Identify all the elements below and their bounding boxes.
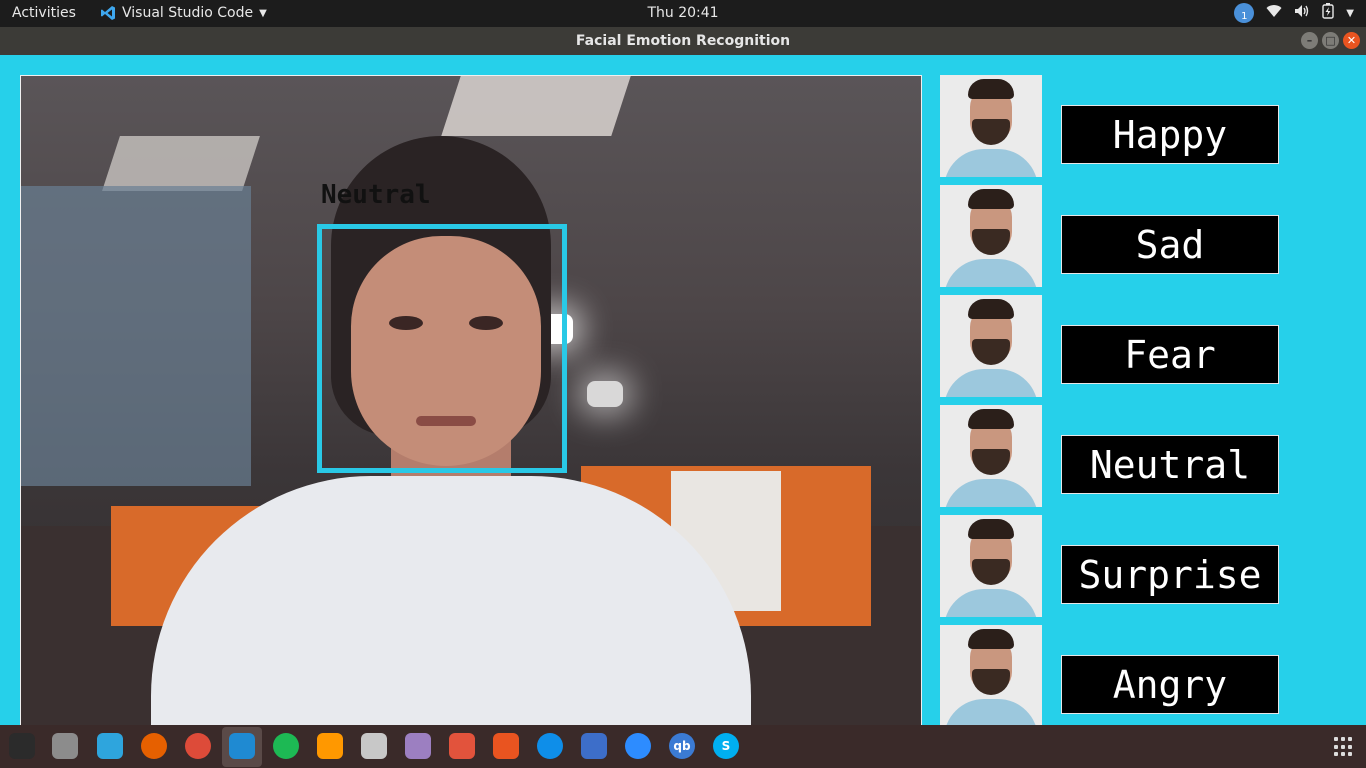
file-manager-icon[interactable] [52,733,78,759]
teamviewer-icon[interactable] [537,733,563,759]
disk-icon[interactable] [361,733,387,759]
happy-face-image [940,75,1042,177]
sublime-icon[interactable] [317,733,343,759]
app-client-area: Neutral Happy Sad Fear Neutral Surprise … [0,55,1366,725]
notification-icon[interactable]: 1 [1234,3,1255,23]
system-tray[interactable]: 1 ▼ [1234,3,1354,23]
chevron-down-icon: ▼ [259,7,267,19]
sad-face-image [940,185,1042,287]
emotion-happy-label: Happy [1061,105,1279,164]
close-button[interactable]: ✕ [1343,32,1360,49]
app-name: Visual Studio Code [122,5,254,21]
zoom-icon[interactable] [625,733,651,759]
surprise-face-image [940,515,1042,617]
emotion-angry-label: Angry [1061,655,1279,714]
chrome-icon[interactable] [185,733,211,759]
fear-face-image [940,295,1042,397]
telegram-icon[interactable] [97,733,123,759]
software-center-icon[interactable] [493,733,519,759]
skype-icon[interactable]: S [713,733,739,759]
emotion-sad-label: Sad [1061,215,1279,274]
emotion-surprise-label: Surprise [1061,545,1279,604]
qbittorrent-icon[interactable]: qb [669,733,695,759]
ceiling-light [441,76,631,136]
maximize-button[interactable]: □ [1322,32,1339,49]
activities-button[interactable]: Activities [12,5,76,21]
wifi-icon[interactable] [1266,4,1282,22]
top-bar: Activities Visual Studio Code ▼ Thu 20:4… [0,0,1366,27]
firefox-icon[interactable] [141,733,167,759]
face-detection-box [317,224,567,473]
minimize-button[interactable]: – [1301,32,1318,49]
dock: qb S [0,725,1366,768]
emotion-neutral-label: Neutral [1061,435,1279,494]
volume-icon[interactable] [1294,4,1310,22]
window-titlebar[interactable]: Facial Emotion Recognition – □ ✕ [0,27,1366,55]
terminal-icon[interactable] [9,733,35,759]
show-applications-icon[interactable] [1334,737,1354,757]
battery-icon[interactable] [1322,3,1334,23]
tasks-icon[interactable] [581,733,607,759]
window-title: Facial Emotion Recognition [575,33,791,49]
skype-label: S [721,739,731,753]
neutral-face-image [940,405,1042,507]
emotion-fear-label: Fear [1061,325,1279,384]
glass-wall [21,186,251,486]
screenshot-icon[interactable] [405,733,431,759]
system-menu-chevron-icon[interactable]: ▼ [1346,8,1354,19]
ceiling-light [102,136,260,191]
angry-face-image [940,625,1042,725]
detected-emotion-label: Neutral [321,180,431,210]
app-menu[interactable]: Visual Studio Code ▼ [100,5,267,21]
vscode-icon[interactable] [229,733,255,759]
spotify-icon[interactable] [273,733,299,759]
light-source [587,381,623,407]
notification-count: 1 [1241,11,1248,22]
qbittorrent-label: qb [673,739,691,753]
camera-feed: Neutral [20,75,922,725]
vscode-icon [101,6,115,20]
calculator-icon[interactable] [449,733,475,759]
